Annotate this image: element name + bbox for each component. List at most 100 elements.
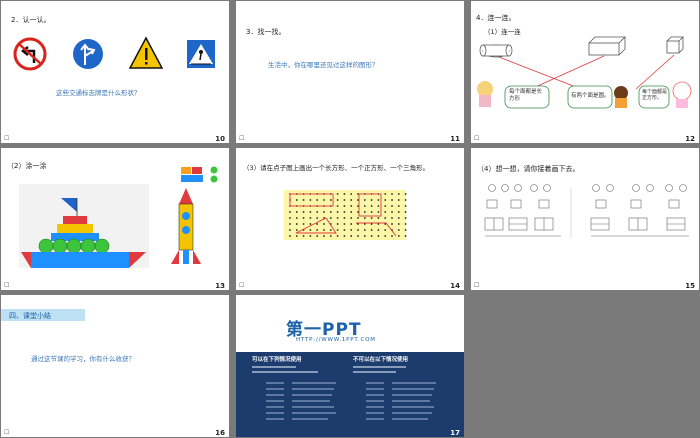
grid-dot [336,223,339,225]
slide-11[interactable]: 3．找一找。 生活中，你在哪里还见过这样的图形？ ☐ 11 [236,1,464,143]
grid-dot [384,205,387,207]
grid-dot [397,211,400,213]
slide-17[interactable]: 第一PPT HTTP://WWW.1PPT.COM 可以在下列情况使用 不可以在… [236,295,464,437]
grid-dot [397,199,400,201]
grid-dot [289,235,291,237]
grid-dot [391,235,393,237]
info-lines [252,366,436,420]
grid-dot [329,199,332,201]
grid-dot [323,223,325,225]
grid-dot [316,211,319,213]
grid-dot [397,235,400,237]
grid-dot [363,235,366,237]
grid-dot [370,211,373,213]
slide-16[interactable]: 四、课堂小结 通过这节课的学习，你有什么收获？ ☐ 16 [1,295,229,437]
grid-dot [302,211,305,213]
grid-dot [289,229,291,231]
grid-dot [336,199,339,201]
grid-dot [329,235,332,237]
grid-dot [343,205,346,207]
grid-dot [404,193,407,195]
grid-dot [295,217,298,219]
bubble-text: 每个面都是正方形。 [642,89,668,101]
grid-dot [309,229,312,231]
grid-dot [329,217,332,219]
bubble-text: 有两个面是圆。 [571,93,610,99]
grid-dot [363,211,366,213]
grid-dot [397,193,400,195]
grid-dot [391,211,393,213]
grid-dot [295,229,298,231]
slide-14[interactable]: （3）请在点子图上画出一个长方形、一个正方形、一个三角形。 ☐ 14 [236,148,464,290]
grid-dot [336,211,339,213]
slide-number: 17 [450,429,460,437]
footer-logo-icon: ☐ [474,135,480,142]
grid-dot [350,199,353,201]
grid-dot [357,217,359,219]
slide-number: 16 [215,429,225,437]
slide-13[interactable]: （2）涂一涂 ☐ 13 [1,148,229,290]
grid-dot [323,199,325,201]
grid-dot [404,205,407,207]
grid-dot [370,205,373,207]
grid-dot [363,205,366,207]
slide-title: 2．认一认。 [11,16,51,24]
grid-dot [343,193,346,195]
grid-dot [370,229,373,231]
grid-dot [397,205,400,207]
grid-dot [295,211,298,213]
slide-title: 4．连一连。 [476,14,516,22]
grid-dot [302,199,305,201]
footer-logo-icon: ☐ [474,282,480,289]
grid-dot [316,223,319,225]
grid-dot [316,217,319,219]
grid-dot [323,235,325,237]
grid-dot [404,211,407,213]
grid-dot [391,223,393,225]
slide-question: 这些交通标志牌是什么形状？ [56,89,141,97]
grid-dot [384,193,387,195]
slide-10[interactable]: 2．认一认。 这些交通标志牌是什么形状？ ☐ 10 [1,1,229,143]
grid-dot [295,235,298,237]
grid-dot [370,235,373,237]
grid-dot [350,223,353,225]
grid-dot [384,211,387,213]
grid-dot [363,217,366,219]
footer-logo-icon: ☐ [4,282,10,289]
grid-dot [404,223,407,225]
grid-dot [323,211,325,213]
slide-12[interactable]: 4．连一连。 （1）连一连 每个面都是长方形 有两个面是圆。 每个面都是正方形。… [471,1,699,143]
grid-dot [309,217,312,219]
bunny-character-icon [672,81,692,101]
grid-dot [404,217,407,219]
grid-dot [316,235,319,237]
footer-logo-icon: ☐ [4,429,10,436]
slide-title: 四、课堂小结 [9,312,51,320]
grid-dot [384,235,387,237]
slide-question: 生活中，你在哪里还见过这样的图形？ [268,61,379,69]
coloring-diagram [19,166,218,268]
grid-dot [391,199,393,201]
cannot-use-title: 不可以在以下情况使用 [353,357,409,363]
grid-dot [336,229,339,231]
grid-dot [289,211,291,213]
grid-dot [391,205,393,207]
grid-dot [316,229,319,231]
grid-dot [384,217,387,219]
slide-number: 12 [685,135,695,143]
grid-dot [370,217,373,219]
grid-dot [343,223,346,225]
grid-dot [377,217,380,219]
grid-dot [350,217,353,219]
grid-dot [302,235,305,237]
grid-dot [343,199,346,201]
grid-dot [295,223,298,225]
slide-15[interactable]: （4）想一想，请你接着画下去。 ☐ 15 [471,148,699,290]
grid-dot [350,211,353,213]
grid-dot [377,235,380,237]
ppt-url[interactable]: HTTP://WWW.1PPT.COM [296,337,376,343]
grid-dot [397,223,400,225]
grid-dot [323,229,325,231]
grid-dot [391,193,393,195]
grid-dot [343,229,346,231]
